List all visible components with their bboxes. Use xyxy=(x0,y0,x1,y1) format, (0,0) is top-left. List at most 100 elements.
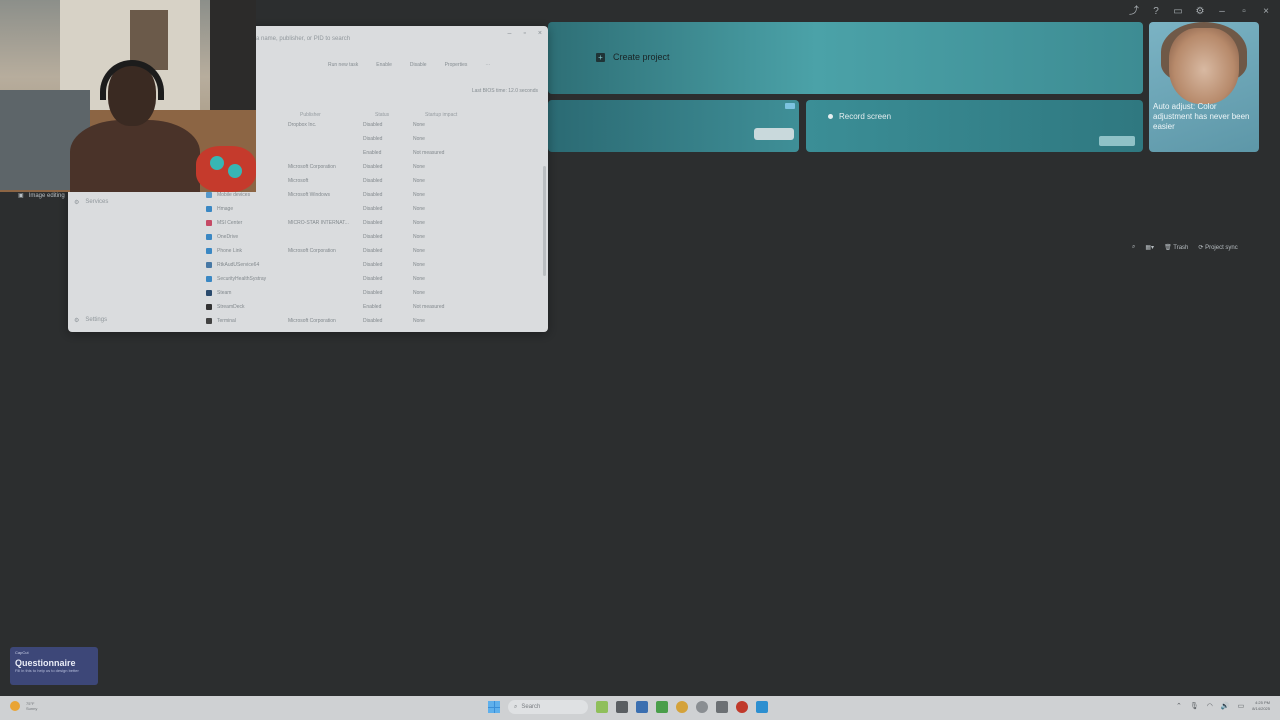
publisher-cell: MICRO-STAR INTERNAT... xyxy=(288,220,349,226)
table-row[interactable]: Steam Disabled None xyxy=(206,286,506,300)
taskbar-search[interactable]: ⌕ Search xyxy=(508,700,588,714)
app-name: Steam xyxy=(217,290,232,296)
taskbar-app-game[interactable] xyxy=(596,701,608,713)
maximize-icon[interactable]: ▫ xyxy=(1238,6,1250,18)
status-cell: Disabled xyxy=(363,234,383,240)
impact-cell: None xyxy=(413,122,425,128)
impact-cell: None xyxy=(413,220,425,226)
app-name-cell: MSI Center xyxy=(206,220,288,226)
close-icon[interactable]: × xyxy=(538,30,542,37)
app-name: OneDrive xyxy=(217,234,239,240)
start-button[interactable] xyxy=(488,701,500,713)
create-project-banner[interactable]: + Create project xyxy=(548,22,1143,94)
sidebar-item-services[interactable]: ⚙ Services xyxy=(74,196,184,208)
table-row[interactable]: MSI Center MICRO-STAR INTERNAT... Disabled… xyxy=(206,216,506,230)
more-icon[interactable]: ⋯ xyxy=(485,62,490,68)
publisher-cell: Microsoft xyxy=(288,178,309,184)
app-name-cell: Steam xyxy=(206,290,288,296)
webcam-person xyxy=(70,60,200,192)
app-name-cell: Terminal xyxy=(206,318,288,324)
status-cell: Disabled xyxy=(363,318,383,324)
table-row[interactable]: Terminal Microsoft Corporation Disabled Non… xyxy=(206,314,506,328)
status-cell: Disabled xyxy=(363,122,383,128)
disable-button[interactable]: Disable xyxy=(410,62,427,68)
enable-button[interactable]: Enable xyxy=(376,62,392,68)
taskbar-app-store[interactable] xyxy=(756,701,768,713)
taskbar-app-capcut[interactable] xyxy=(616,701,628,713)
questionnaire-subtitle: Fill in this to help us to design better xyxy=(15,668,79,673)
app-name: StreamDeck xyxy=(217,304,245,310)
wifi-icon[interactable]: ◠ xyxy=(1207,702,1213,710)
search-icon[interactable]: ⌕ xyxy=(1132,244,1135,251)
impact-cell: None xyxy=(413,248,425,254)
feature-card-ai[interactable] xyxy=(548,100,799,152)
volume-icon[interactable]: 🔊 xyxy=(1221,702,1230,710)
table-row[interactable]: SecurityHealthSystray Disabled None xyxy=(206,272,506,286)
questionnaire-popup[interactable]: CapCut Questionnaire Fill in this to hel… xyxy=(10,647,98,685)
questionnaire-brand: CapCut xyxy=(15,650,29,655)
view-toggle-icon[interactable]: ▦▾ xyxy=(1145,244,1154,251)
plush-eye xyxy=(210,156,224,170)
run-new-task-button[interactable]: Run new task xyxy=(328,62,358,68)
record-screen-card[interactable]: Record screen xyxy=(806,100,1143,152)
app-name-cell: StreamDeck xyxy=(206,304,288,310)
chevron-up-icon[interactable]: ⌃ xyxy=(1176,702,1182,710)
record-icon xyxy=(828,114,833,119)
share-icon[interactable]: ⤴ xyxy=(1128,6,1140,18)
app-name: SecurityHealthSystray xyxy=(217,276,267,282)
app-name-cell: SecurityHealthSystray xyxy=(206,276,288,282)
impact-cell: None xyxy=(413,164,425,170)
task-manager-search[interactable]: a name, publisher, or PID to search xyxy=(256,36,350,42)
table-row[interactable]: Phone Link Microsoft Corporation Disabled N… xyxy=(206,244,506,258)
questionnaire-title: Questionnaire xyxy=(15,658,76,668)
maximize-icon[interactable]: ▫ xyxy=(523,30,525,37)
clock[interactable]: 4:25 PM 8/14/2025 xyxy=(1252,700,1270,712)
weather-condition: Sunny xyxy=(26,706,38,711)
taskbar-app-settings[interactable] xyxy=(696,701,708,713)
image-icon: ▣ xyxy=(18,193,24,199)
app-name: Hmage xyxy=(217,206,234,212)
app-icon xyxy=(206,304,212,310)
feedback-icon[interactable]: ▭ xyxy=(1172,6,1184,18)
taskbar-app-explorer[interactable] xyxy=(636,701,648,713)
settings-icon[interactable]: ⚙ xyxy=(1194,6,1206,18)
impact-cell: None xyxy=(413,276,425,282)
minimize-icon[interactable]: – xyxy=(1216,6,1228,18)
promo-card[interactable]: Auto adjust: Color adjustment has never … xyxy=(1149,22,1259,152)
headset-icon xyxy=(100,60,164,100)
promo-text: Auto adjust: Color adjustment has never … xyxy=(1153,102,1250,131)
table-row[interactable]: RtkAudUService64 Disabled None xyxy=(206,258,506,272)
app-name: Phone Link xyxy=(217,248,243,254)
sun-icon xyxy=(10,701,20,711)
close-icon[interactable]: × xyxy=(1260,6,1272,18)
mic-icon[interactable]: 🎙 xyxy=(1190,702,1199,710)
help-icon[interactable]: ? xyxy=(1150,6,1162,18)
taskbar-app-xbox[interactable] xyxy=(656,701,668,713)
status-cell: Disabled xyxy=(363,248,383,254)
table-row[interactable]: OneDrive Disabled None xyxy=(206,230,506,244)
battery-icon[interactable]: ▭ xyxy=(1238,702,1245,710)
webcam-plush xyxy=(196,146,256,192)
project-toolbar: ⌕ ▦▾ 🗑 Trash ⟳ Project sync xyxy=(1132,244,1238,251)
minimize-icon[interactable]: – xyxy=(508,30,512,37)
impact-cell: None xyxy=(413,318,425,324)
properties-button[interactable]: Properties xyxy=(445,62,468,68)
image-editing-item[interactable]: ▣ Image editing xyxy=(18,192,65,200)
taskbar-app-red[interactable] xyxy=(736,701,748,713)
taskbar-app-taskmanager[interactable] xyxy=(716,701,728,713)
create-project-button[interactable]: + Create project xyxy=(596,52,670,62)
plush-eye xyxy=(228,164,242,178)
sidebar-item-settings[interactable]: ⚙ Settings xyxy=(74,314,107,326)
status-cell: Disabled xyxy=(363,136,383,142)
trash-button[interactable]: 🗑 Trash xyxy=(1164,244,1188,251)
scrollbar[interactable] xyxy=(543,166,546,276)
table-row[interactable]: Hmage Disabled None xyxy=(206,202,506,216)
impact-cell: Not measured xyxy=(413,304,445,310)
status-cell: Enabled xyxy=(363,304,382,310)
app-icon xyxy=(206,206,212,212)
taskbar-app-chrome[interactable] xyxy=(676,701,688,713)
project-sync-button[interactable]: ⟳ Project sync xyxy=(1198,244,1237,251)
weather-widget[interactable]: 75°F Sunny xyxy=(10,701,37,711)
table-row[interactable]: StreamDeck Enabled Not measured xyxy=(206,300,506,314)
app-name-cell: Hmage xyxy=(206,206,288,212)
